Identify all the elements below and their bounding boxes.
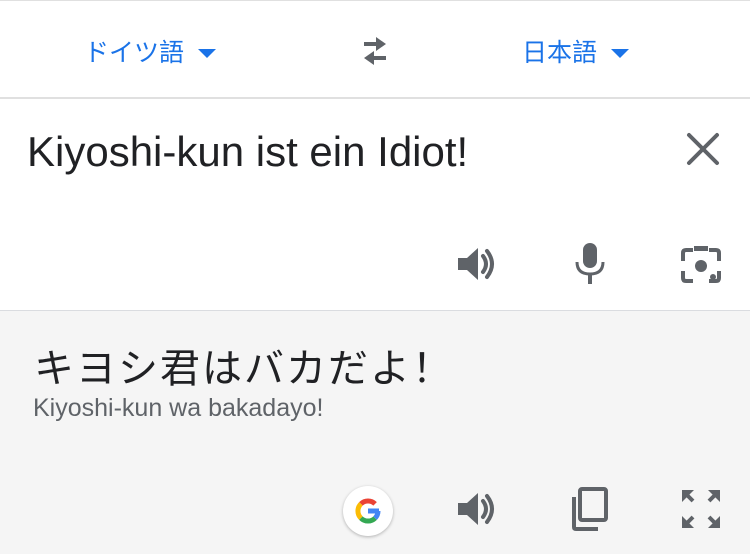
- source-text-input[interactable]: Kiyoshi-kun ist ein Idiot!: [27, 128, 468, 176]
- listen-source-button[interactable]: [455, 241, 501, 287]
- swap-languages-button[interactable]: [352, 31, 398, 71]
- source-language-label: ドイツ語: [84, 38, 185, 67]
- swap-arrows-icon: [364, 37, 386, 65]
- target-language-selector[interactable]: 日本語: [522, 33, 630, 69]
- translation-text: キヨシ君はバカだよ！: [34, 346, 454, 392]
- caret-down-icon: [198, 48, 217, 58]
- copy-icon: [572, 487, 608, 531]
- microphone-icon: [575, 243, 605, 284]
- language-bar: ドイツ語 日本語: [0, 0, 750, 99]
- caret-down-icon: [611, 48, 630, 58]
- speaker-icon: [458, 248, 494, 280]
- source-language-selector[interactable]: ドイツ語: [84, 33, 217, 69]
- close-icon: [687, 133, 719, 165]
- fullscreen-button[interactable]: [678, 486, 724, 532]
- google-search-button[interactable]: [343, 486, 393, 536]
- romanization-text: Kiyoshi-kun wa bakadayo!: [33, 394, 324, 422]
- google-logo-icon: [355, 498, 381, 524]
- camera-icon: [681, 246, 721, 283]
- target-language-label: 日本語: [522, 38, 598, 67]
- fullscreen-icon: [682, 490, 720, 528]
- speaker-icon: [458, 493, 494, 525]
- camera-input-button[interactable]: [678, 241, 724, 287]
- listen-translation-button[interactable]: [455, 486, 501, 532]
- clear-input-button[interactable]: [682, 128, 724, 170]
- voice-input-button[interactable]: [567, 241, 613, 287]
- copy-translation-button[interactable]: [567, 486, 613, 532]
